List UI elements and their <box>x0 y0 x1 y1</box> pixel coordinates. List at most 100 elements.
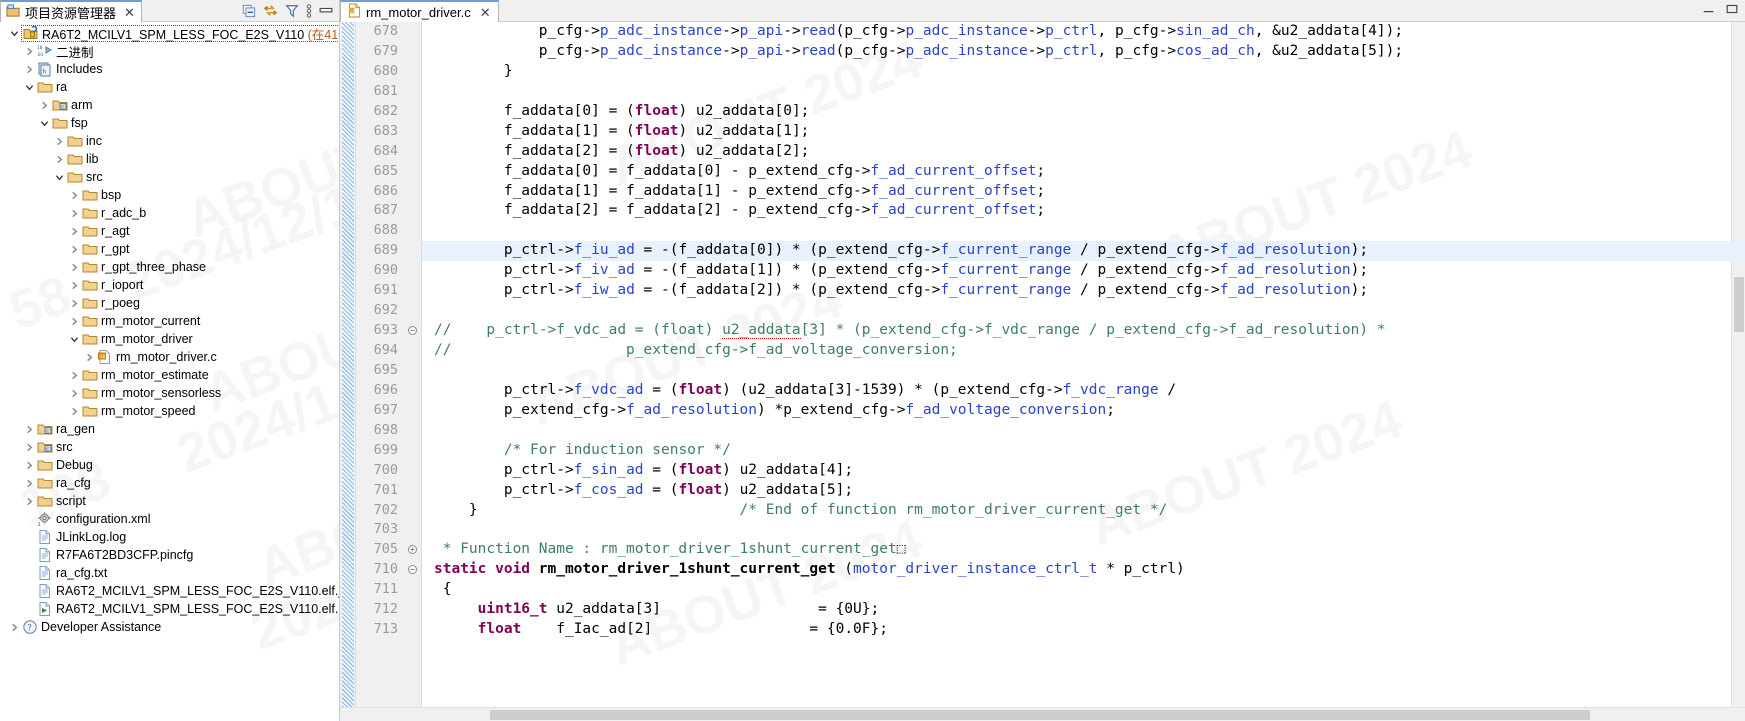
tree-item-jlinklog-log[interactable]: JLinkLog.log <box>0 528 339 546</box>
tree-item-rm-motor-estimate[interactable]: rm_motor_estimate <box>0 366 339 384</box>
expand-arrow-icon[interactable] <box>8 24 21 42</box>
expand-arrow-icon[interactable] <box>68 330 81 348</box>
code-line[interactable]: p_ctrl->f_cos_ad = (float) u2_addata[5]; <box>422 481 1745 501</box>
fold-slot[interactable]: − <box>404 321 421 341</box>
tree-item-r7fa6t2bd3cfp-pincfg[interactable]: R7FA6T2BD3CFP.pincfg <box>0 546 339 564</box>
code-line[interactable]: f_addata[2] = f_addata[2] - p_extend_cfg… <box>422 201 1745 221</box>
tab-rm-motor-driver-c[interactable]: .c rm_motor_driver.c ✕ <box>340 0 499 22</box>
code-line[interactable]: f_addata[1] = (float) u2_addata[1]; <box>422 122 1745 142</box>
tree-item-debug[interactable]: Debug <box>0 456 339 474</box>
code-line[interactable]: f_addata[2] = (float) u2_addata[2]; <box>422 142 1745 162</box>
expand-arrow-icon[interactable] <box>68 384 81 402</box>
expand-arrow-icon[interactable] <box>68 186 81 204</box>
tree-item-ra6t2-mcilv1-spm-less-foc-e2s-v110[interactable]: RA6T2_MCILV1_SPM_LESS_FOC_E2S_V110 (在410… <box>0 24 339 42</box>
tree-item-lib[interactable]: lib <box>0 150 339 168</box>
expand-arrow-icon[interactable] <box>23 564 36 582</box>
project-tree[interactable]: ABOUT123 2024/12/1 58 ABOUT 2024/1 108 ABOU 202… <box>0 22 339 721</box>
expand-arrow-icon[interactable] <box>68 294 81 312</box>
code-line[interactable]: } /* End of function rm_motor_driver_cur… <box>422 501 1745 521</box>
tree-item-ra-cfg-txt[interactable]: ra_cfg.txt <box>0 564 339 582</box>
link-with-editor-icon[interactable] <box>263 4 278 18</box>
fold-slot[interactable]: − <box>404 560 421 580</box>
code-line[interactable]: // p_ctrl->f_vdc_ad = (float) u2_addata[… <box>422 321 1745 341</box>
expand-arrow-icon[interactable] <box>23 78 36 96</box>
expand-arrow-icon[interactable] <box>68 366 81 384</box>
code-line[interactable]: f_addata[0] = (float) u2_addata[0]; <box>422 102 1745 122</box>
tree-item-src[interactable]: c src <box>0 438 339 456</box>
tree-item-arm[interactable]: c arm <box>0 96 339 114</box>
tree-item-ra[interactable]: ra <box>0 78 339 96</box>
expand-arrow-icon[interactable] <box>23 510 36 528</box>
fold-slot[interactable]: + <box>404 540 421 560</box>
tree-item-rm-motor-sensorless[interactable]: rm_motor_sensorless <box>0 384 339 402</box>
expand-arrow-icon[interactable] <box>53 168 66 186</box>
tree-item-inc[interactable]: inc <box>0 132 339 150</box>
folding-gutter[interactable]: − + − <box>404 22 422 707</box>
tab-project-explorer[interactable]: 项目资源管理器 ✕ <box>0 0 142 22</box>
expand-arrow-icon[interactable] <box>68 312 81 330</box>
tree-item-includes[interactable]: h Includes <box>0 60 339 78</box>
maximize-icon[interactable] <box>1725 2 1739 20</box>
code-line[interactable]: // p_extend_cfg->f_ad_voltage_conversion… <box>422 341 1745 361</box>
tree-item-developer-assistance[interactable]: ? Developer Assistance <box>0 618 339 636</box>
expand-arrow-icon[interactable] <box>23 60 36 78</box>
expand-arrow-icon[interactable] <box>68 258 81 276</box>
expand-arrow-icon[interactable] <box>23 474 36 492</box>
expand-arrow-icon[interactable] <box>83 348 96 366</box>
tree-item-rm-motor-driver[interactable]: rm_motor_driver <box>0 330 339 348</box>
tree-item-[interactable]: 10 01 二进制 <box>0 42 339 60</box>
filter-icon[interactable] <box>285 4 299 18</box>
scrollbar-thumb[interactable] <box>490 710 1590 720</box>
code-line[interactable]: p_cfg->p_adc_instance->p_api->read(p_cfg… <box>422 42 1745 62</box>
tree-item-rm-motor-driver-c[interactable]: .c rm_motor_driver.c <box>0 348 339 366</box>
expand-arrow-icon[interactable] <box>8 618 21 636</box>
code-line[interactable]: * Function Name : rm_motor_driver_1shunt… <box>422 540 1745 560</box>
expand-arrow-icon[interactable] <box>53 150 66 168</box>
tree-item-configuration-xml[interactable]: 1 configuration.xml <box>0 510 339 528</box>
tree-item-r-agt[interactable]: r_agt <box>0 222 339 240</box>
code-line[interactable]: /* For induction sensor */ <box>422 441 1745 461</box>
expand-arrow-icon[interactable] <box>38 114 51 132</box>
tree-item-ra-gen[interactable]: c ra_gen <box>0 420 339 438</box>
fold-expand-icon[interactable]: + <box>408 545 417 555</box>
tree-item-rm-motor-speed[interactable]: rm_motor_speed <box>0 402 339 420</box>
fold-collapse-icon[interactable]: − <box>408 565 417 575</box>
expand-arrow-icon[interactable] <box>68 240 81 258</box>
code-line[interactable] <box>422 221 1745 241</box>
expand-arrow-icon[interactable] <box>23 600 36 618</box>
code-line[interactable]: p_ctrl->f_sin_ad = (float) u2_addata[4]; <box>422 461 1745 481</box>
code-line[interactable]: float f_Iac_ad[2] = {0.0F}; <box>422 620 1745 640</box>
minimize-icon[interactable] <box>319 6 333 16</box>
tree-item-r-ioport[interactable]: r_ioport <box>0 276 339 294</box>
annotation-ruler[interactable] <box>340 22 356 707</box>
expand-arrow-icon[interactable] <box>23 492 36 510</box>
code-line[interactable]: p_extend_cfg->f_ad_resolution) *p_extend… <box>422 401 1745 421</box>
tree-item-r-gpt[interactable]: r_gpt <box>0 240 339 258</box>
code-line[interactable] <box>422 82 1745 102</box>
expand-arrow-icon[interactable] <box>23 456 36 474</box>
tree-item-rm-motor-current[interactable]: rm_motor_current <box>0 312 339 330</box>
code-line[interactable] <box>422 520 1745 540</box>
code-line[interactable]: uint16_t u2_addata[3] = {0U}; <box>422 600 1745 620</box>
code-line[interactable]: p_ctrl->f_iw_ad = -(f_addata[2]) * (p_ex… <box>422 281 1745 301</box>
expand-arrow-icon[interactable] <box>23 420 36 438</box>
tree-item-src[interactable]: src <box>0 168 339 186</box>
code-line[interactable]: static void rm_motor_driver_1shunt_curre… <box>422 560 1745 580</box>
code-line[interactable] <box>422 301 1745 321</box>
view-menu-icon[interactable] <box>306 3 312 19</box>
code-line[interactable]: p_cfg->p_adc_instance->p_api->read(p_cfg… <box>422 22 1745 42</box>
tree-item-ra6t2-mcilv1-spm-less-foc-e2s-v110-elf-jlink[interactable]: RA6T2_MCILV1_SPM_LESS_FOC_E2S_V110.elf.j… <box>0 582 339 600</box>
code-line[interactable]: { <box>422 580 1745 600</box>
tree-item-ra-cfg[interactable]: ra_cfg <box>0 474 339 492</box>
code-line[interactable]: p_ctrl->f_iu_ad = -(f_addata[0]) * (p_ex… <box>422 241 1745 262</box>
code-line[interactable]: f_addata[0] = f_addata[0] - p_extend_cfg… <box>422 162 1745 182</box>
fold-collapse-icon[interactable]: − <box>408 326 417 336</box>
expand-arrow-icon[interactable] <box>23 546 36 564</box>
expand-arrow-icon[interactable] <box>23 438 36 456</box>
expand-arrow-icon[interactable] <box>23 42 36 60</box>
tree-item-fsp[interactable]: fsp <box>0 114 339 132</box>
expand-arrow-icon[interactable] <box>53 132 66 150</box>
tree-item-bsp[interactable]: bsp <box>0 186 339 204</box>
tree-item-ra6t2-mcilv1-spm-less-foc-e2s-v110-elf-launch[interactable]: RA6T2_MCILV1_SPM_LESS_FOC_E2S_V110.elf.l… <box>0 600 339 618</box>
close-icon[interactable]: ✕ <box>480 6 491 19</box>
